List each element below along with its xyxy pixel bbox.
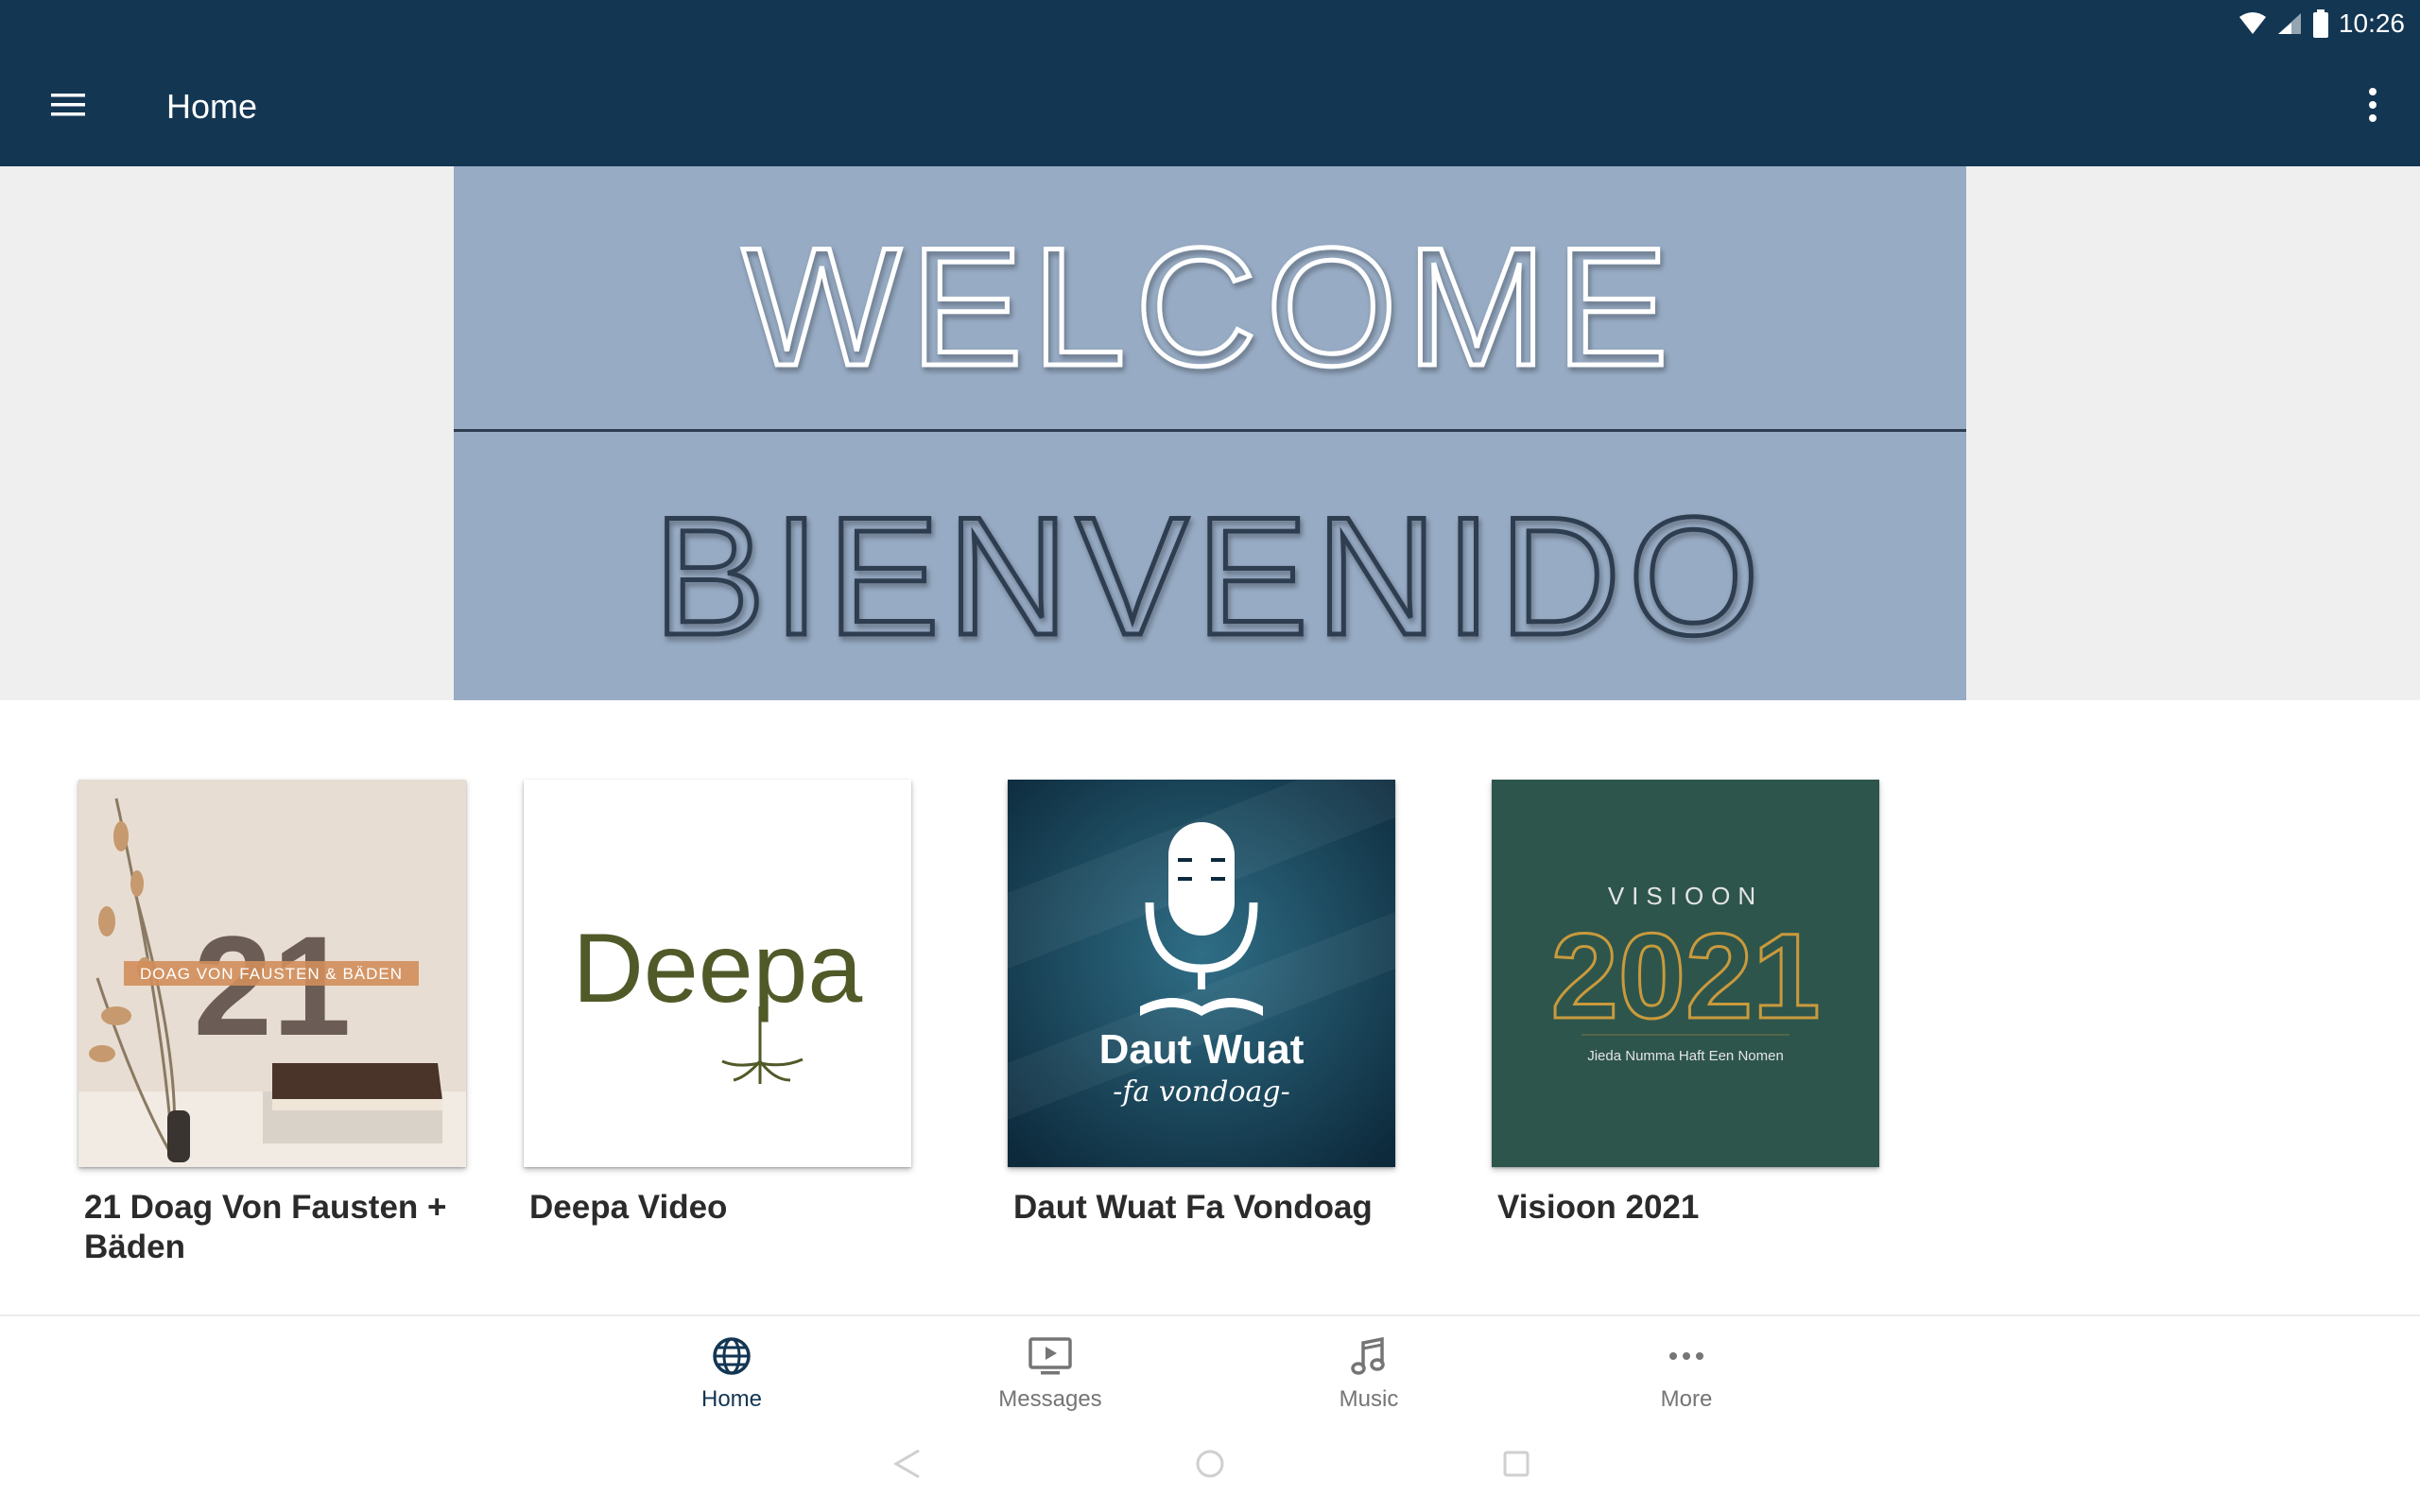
card-thumb-wordmark: Deepa [573, 914, 863, 1023]
card-title: Visioon 2021 [1497, 1189, 1700, 1226]
tv-play-icon [1028, 1333, 1073, 1379]
nav-label-music: Music [1339, 1386, 1399, 1412]
nav-item-messages[interactable]: Messages [956, 1333, 1145, 1428]
card-thumbnail: VISIOON 2021 Jieda Numma Haft Een Nomen [1492, 780, 1879, 1167]
status-bar: 10:26 [0, 0, 2420, 47]
content-grid: 21 DOAG VON FAUSTEN & BÄDEN 21 Doag Von … [0, 700, 2420, 1314]
hamburger-menu-icon [49, 91, 87, 124]
cell-signal-icon [2276, 11, 2303, 36]
card-21-doag[interactable]: 21 DOAG VON FAUSTEN & BÄDEN 21 Doag Von … [78, 780, 466, 1267]
nav-label-home: Home [700, 1386, 763, 1412]
card-thumbnail: 21 DOAG VON FAUSTEN & BÄDEN [78, 780, 466, 1167]
card-thumb-caption: DOAG VON FAUSTEN & BÄDEN [140, 965, 403, 983]
banner-welcome-text: WELCOME [742, 213, 1678, 401]
nav-item-music[interactable]: Music [1274, 1333, 1463, 1428]
card-title: Daut Wuat Fa Vondoag [1013, 1189, 1373, 1226]
card-thumbnail: Deepa [524, 780, 911, 1167]
card-title: 21 Doag Von Fausten + Bäden [84, 1189, 447, 1265]
system-back-button[interactable] [875, 1445, 932, 1483]
card-deepa-video[interactable]: Deepa Deepa Video [524, 780, 911, 1228]
system-home-button[interactable] [1182, 1445, 1238, 1483]
status-time: 10:26 [2338, 9, 2405, 38]
card-thumb-line2: -fa vondoag- [1113, 1075, 1290, 1108]
welcome-banner[interactable]: WELCOME BIENVENIDO [454, 166, 1966, 700]
overflow-menu-button[interactable] [2344, 74, 2401, 140]
globe-icon [711, 1333, 752, 1379]
nav-label-messages: Messages [998, 1386, 1102, 1412]
card-visioon-2021[interactable]: VISIOON 2021 Jieda Numma Haft Een Nomen … [1492, 780, 1879, 1228]
nav-item-home[interactable]: Home [637, 1333, 826, 1428]
banner-divider [454, 429, 1966, 432]
status-icons: 10:26 [2238, 0, 2405, 47]
nav-item-more[interactable]: More [1592, 1333, 1781, 1428]
top-app-bar: Home [0, 47, 2420, 166]
card-thumb-line1: Daut Wuat [1099, 1026, 1305, 1073]
bottom-navigation: Home Messages Music More [0, 1314, 2420, 1428]
card-thumb-heading: VISIOON [1608, 882, 1763, 910]
banner-area: WELCOME BIENVENIDO [0, 166, 2420, 700]
nav-label-more: More [1660, 1386, 1713, 1412]
system-recents-button[interactable] [1488, 1445, 1545, 1483]
card-thumbnail: Daut Wuat -fa vondoag- [1008, 780, 1395, 1167]
more-horiz-icon [1666, 1333, 1707, 1379]
more-vert-icon [2367, 86, 2378, 129]
page-title: Home [166, 87, 258, 126]
wifi-icon [2238, 11, 2267, 36]
card-thumb-year: 2021 [1551, 909, 1821, 1044]
system-navigation-bar [0, 1428, 2420, 1512]
banner-bienvenido-text: BIENVENIDO [653, 482, 1767, 670]
battery-icon [2312, 9, 2329, 38]
card-thumb-subtitle: Jieda Numma Haft Een Nomen [1587, 1048, 1784, 1064]
music-note-icon [1348, 1333, 1390, 1379]
card-daut-wuat[interactable]: Daut Wuat -fa vondoag- Daut Wuat Fa Vond… [1008, 780, 1395, 1228]
menu-button[interactable] [30, 74, 106, 140]
card-title: Deepa Video [529, 1189, 728, 1226]
